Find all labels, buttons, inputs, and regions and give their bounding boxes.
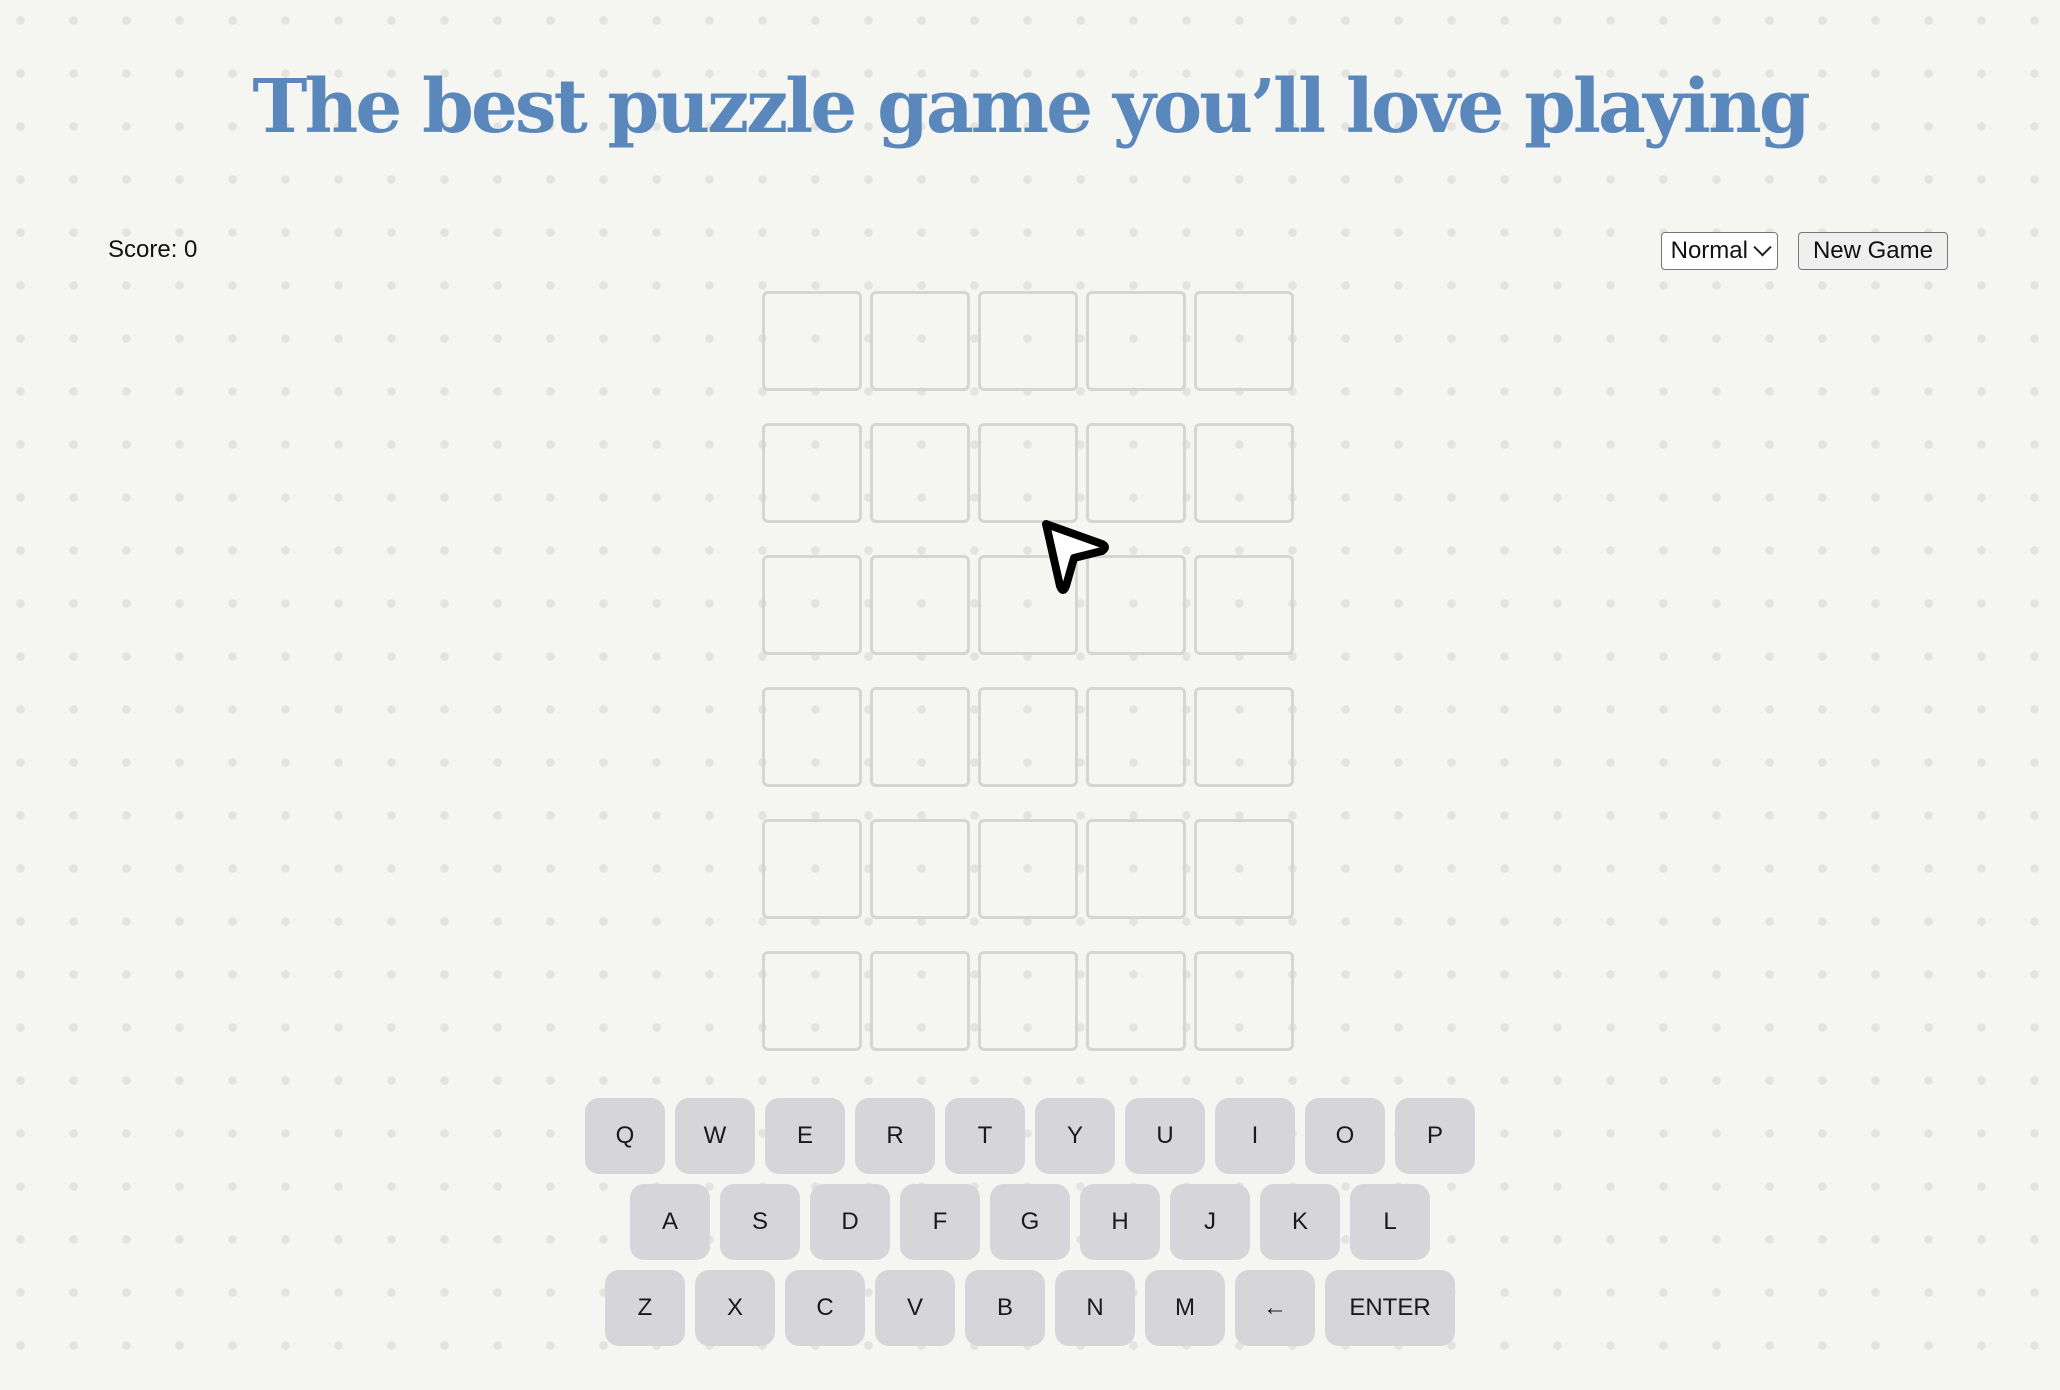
board-tile (1086, 951, 1186, 1051)
board-tile (762, 951, 862, 1051)
key-x[interactable]: X (695, 1270, 775, 1346)
key-c[interactable]: C (785, 1270, 865, 1346)
board-tile (1086, 291, 1186, 391)
board-tile (762, 555, 862, 655)
key-s[interactable]: S (720, 1184, 800, 1260)
board-tile (762, 687, 862, 787)
page-title: The best puzzle game you’ll love playing (252, 64, 1810, 150)
board-tile (870, 687, 970, 787)
board-tile (1194, 687, 1294, 787)
board-tile (1194, 951, 1294, 1051)
key-o[interactable]: O (1305, 1098, 1385, 1174)
board-tile (1086, 423, 1186, 523)
key-n[interactable]: N (1055, 1270, 1135, 1346)
key-q[interactable]: Q (585, 1098, 665, 1174)
key-i[interactable]: I (1215, 1098, 1295, 1174)
score-display: Score: 0 (108, 236, 198, 263)
board-tile (978, 423, 1078, 523)
key-r[interactable]: R (855, 1098, 935, 1174)
board-tile (978, 687, 1078, 787)
board-tile (762, 423, 862, 523)
board-tile (1086, 687, 1186, 787)
key-j[interactable]: J (1170, 1184, 1250, 1260)
board-tile (870, 555, 970, 655)
game-board (762, 291, 1294, 1051)
key-g[interactable]: G (990, 1184, 1070, 1260)
board-tile (978, 951, 1078, 1051)
key-t[interactable]: T (945, 1098, 1025, 1174)
key-d[interactable]: D (810, 1184, 890, 1260)
key-w[interactable]: W (675, 1098, 755, 1174)
board-tile (870, 423, 970, 523)
board-tile (1194, 423, 1294, 523)
key-p[interactable]: P (1395, 1098, 1475, 1174)
key-l[interactable]: L (1350, 1184, 1430, 1260)
key-b[interactable]: B (965, 1270, 1045, 1346)
arrow-pointer-icon (1042, 520, 1109, 594)
board-tile (870, 819, 970, 919)
board-tile (1194, 555, 1294, 655)
key-h[interactable]: H (1080, 1184, 1160, 1260)
key-a[interactable]: A (630, 1184, 710, 1260)
key-y[interactable]: Y (1035, 1098, 1115, 1174)
board-tile (1194, 819, 1294, 919)
backspace-key[interactable]: ← (1235, 1270, 1315, 1346)
board-tile (1194, 291, 1294, 391)
board-tile (978, 291, 1078, 391)
game-controls: Normal New Game (1660, 232, 1948, 270)
board-tile (762, 291, 862, 391)
difficulty-value: Normal (1670, 237, 1748, 264)
on-screen-keyboard: Q W E R T Y U I O P A S D F G H J K L Z X C V B N M ← ENTER (0, 1098, 2060, 1346)
key-f[interactable]: F (900, 1184, 980, 1260)
board-tile (1086, 819, 1186, 919)
chevron-down-icon (1753, 237, 1772, 256)
enter-key[interactable]: ENTER (1325, 1270, 1455, 1346)
key-z[interactable]: Z (605, 1270, 685, 1346)
board-tile (870, 951, 970, 1051)
keyboard-row: QWERTYUIOP (585, 1098, 1475, 1174)
keyboard-row: Z X C V B N M ← ENTER (605, 1270, 1455, 1346)
new-game-button[interactable]: New Game (1797, 232, 1948, 270)
board-tile (978, 819, 1078, 919)
key-m[interactable]: M (1145, 1270, 1225, 1346)
key-e[interactable]: E (765, 1098, 845, 1174)
key-u[interactable]: U (1125, 1098, 1205, 1174)
key-k[interactable]: K (1260, 1184, 1340, 1260)
difficulty-select[interactable]: Normal (1660, 232, 1778, 270)
key-v[interactable]: V (875, 1270, 955, 1346)
board-tile (870, 291, 970, 391)
keyboard-row: ASDFGHJKL (630, 1184, 1430, 1260)
board-tile (762, 819, 862, 919)
